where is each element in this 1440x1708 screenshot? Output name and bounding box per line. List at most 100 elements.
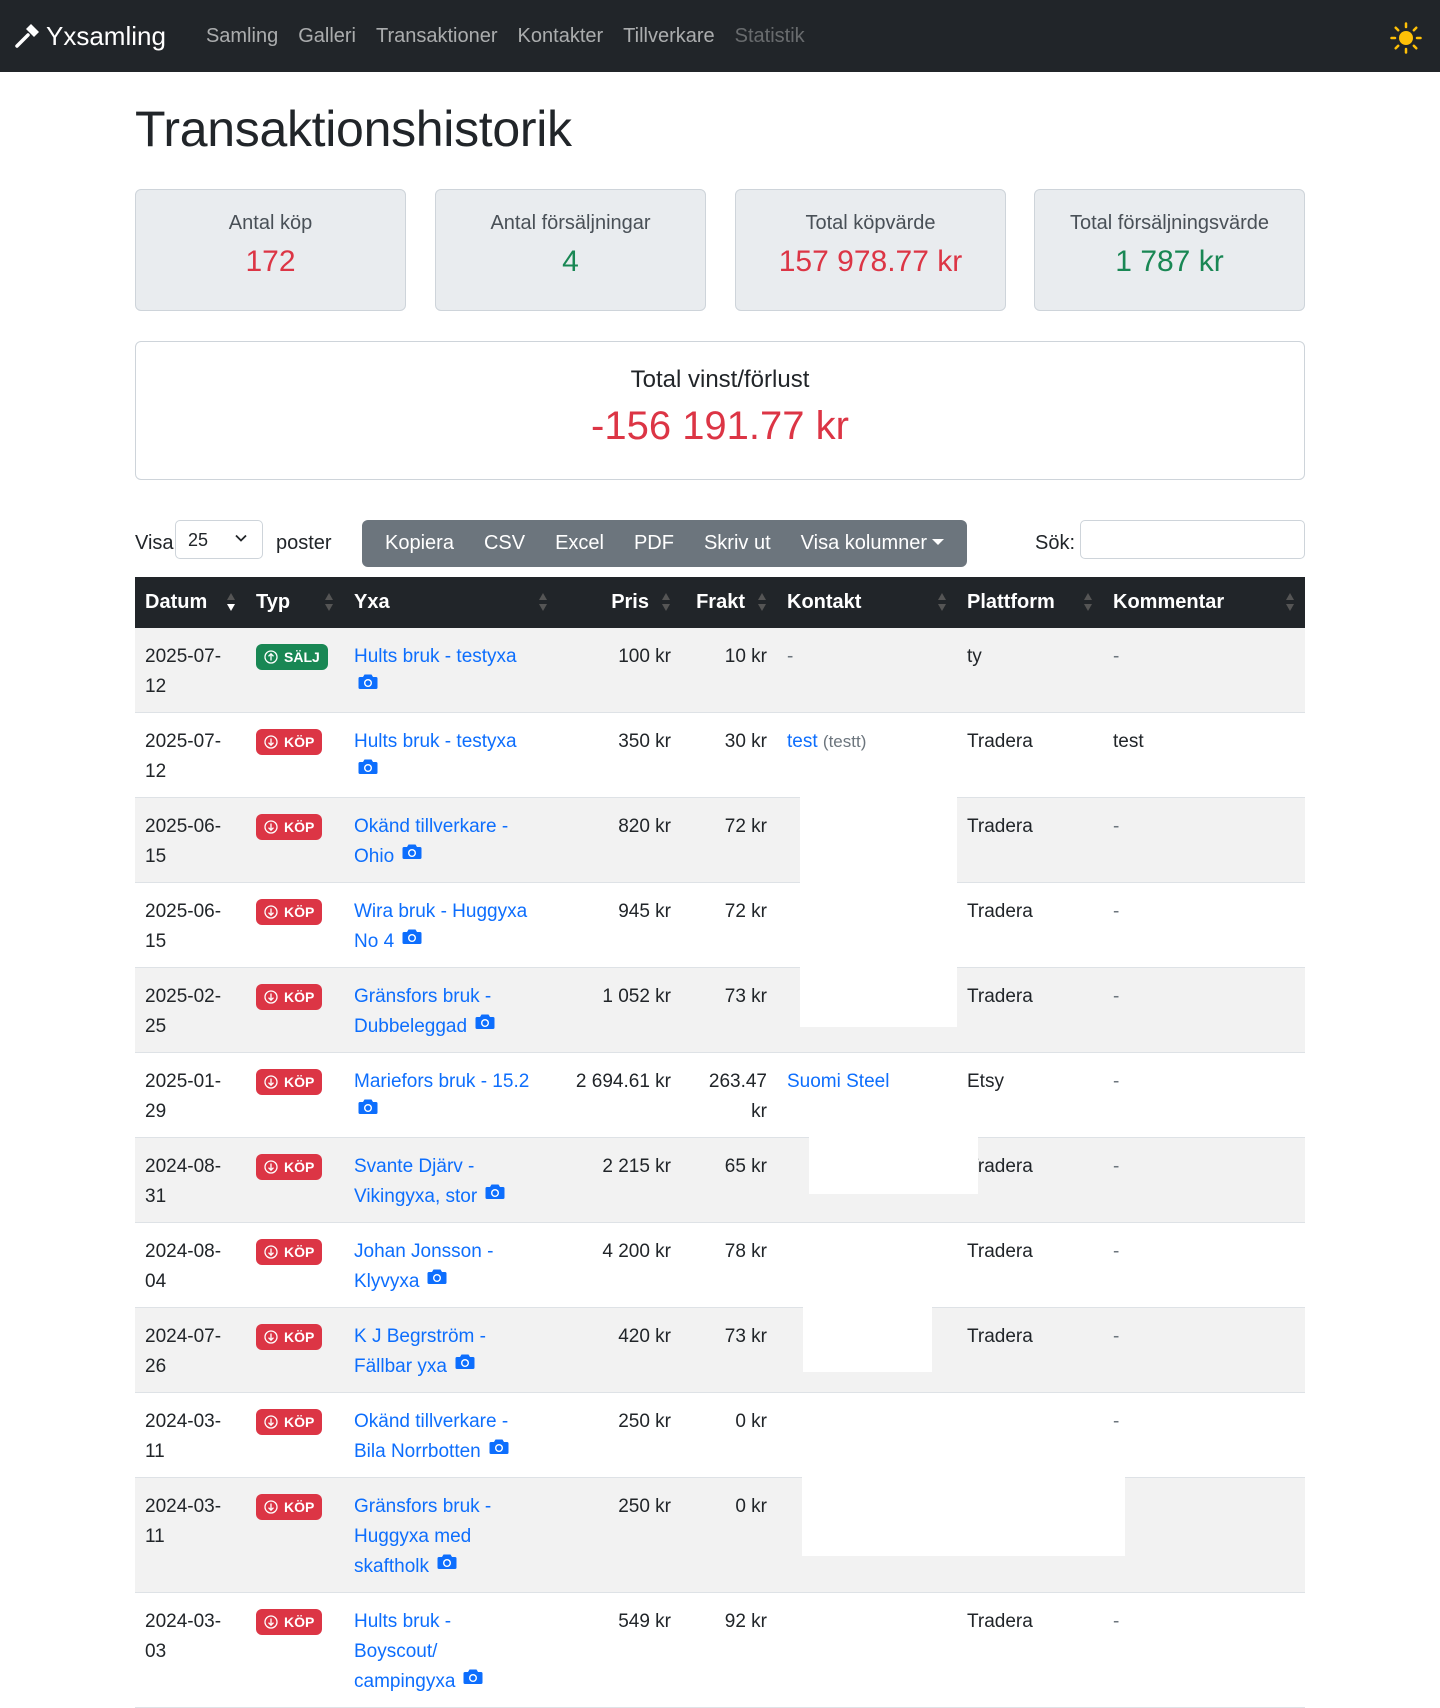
nav-samling[interactable]: Samling	[206, 25, 278, 48]
cell-type: KÖP	[246, 1222, 344, 1309]
camera-icon[interactable]	[455, 1350, 475, 1380]
axe-link[interactable]: Hults bruk -	[354, 1611, 451, 1632]
axe-link[interactable]: No 4	[354, 931, 394, 952]
brand[interactable]: Yxsamling	[14, 21, 166, 52]
cell-comment: -	[1103, 628, 1305, 714]
axe-link[interactable]: Mariefors bruk - 15.2	[354, 1071, 529, 1092]
cell-axe: Wira bruk - Huggyxa No 4	[344, 882, 558, 969]
nav-kontakter[interactable]: Kontakter	[518, 25, 604, 48]
cell-axe: Mariefors bruk - 15.2	[344, 1052, 558, 1139]
axe-link[interactable]: Huggyxa med	[354, 1526, 471, 1547]
axe-link[interactable]: Klyvyxa	[354, 1271, 419, 1292]
camera-icon[interactable]	[358, 755, 378, 785]
buy-badge: KÖP	[256, 814, 323, 841]
camera-icon[interactable]	[427, 1265, 447, 1295]
header-plattform[interactable]: Plattform	[957, 577, 1103, 628]
csv-button[interactable]: CSV	[469, 532, 540, 555]
axe-link[interactable]: Gränsfors bruk -	[354, 1496, 491, 1517]
buy-badge: KÖP	[256, 729, 323, 756]
theme-toggle-button[interactable]	[1390, 22, 1422, 54]
header-datum[interactable]: Datum	[135, 577, 246, 628]
axe-link[interactable]: Dubbeleggad	[354, 1016, 467, 1037]
camera-icon[interactable]	[475, 1010, 495, 1040]
cell-axe: Gränsfors bruk - Dubbeleggad	[344, 967, 558, 1054]
chevron-down-icon	[235, 534, 247, 542]
pdf-button[interactable]: PDF	[619, 532, 689, 555]
axe-link[interactable]: Boyscout/	[354, 1641, 437, 1662]
header-kontakt[interactable]: Kontakt	[777, 577, 957, 628]
badge-label: KÖP	[284, 819, 315, 836]
header-typ[interactable]: Typ	[246, 577, 344, 628]
cell-comment: -	[1103, 797, 1305, 884]
transactions-table: Datum Typ Yxa Pris Frakt Kontakt Plattfo…	[135, 577, 1305, 1708]
header-frakt[interactable]: Frakt	[681, 577, 777, 628]
nav-statistik[interactable]: Statistik	[735, 25, 805, 48]
sort-desc-icon	[227, 593, 235, 611]
nav-galleri[interactable]: Galleri	[298, 25, 356, 48]
badge-label: KÖP	[284, 1414, 315, 1431]
axe-link[interactable]: Johan Jonsson -	[354, 1241, 493, 1262]
stat-card-purchases: Antal köp 172	[135, 189, 406, 311]
cell-platform: Tradera	[957, 1592, 1103, 1708]
contact-link[interactable]: Suomi Steel	[787, 1071, 889, 1092]
excel-button[interactable]: Excel	[540, 532, 619, 555]
camera-icon[interactable]	[489, 1435, 509, 1465]
comment-text: -	[1113, 1611, 1120, 1633]
axe-link[interactable]: Vikingyxa, stor	[354, 1186, 477, 1207]
camera-icon[interactable]	[402, 925, 422, 955]
axe-link[interactable]: Hults bruk - testyxa	[354, 646, 517, 667]
buy-badge: KÖP	[256, 1324, 323, 1351]
camera-icon[interactable]	[437, 1550, 457, 1580]
cell-price: 2 694.61 kr	[558, 1052, 681, 1139]
axe-link[interactable]: Fällbar yxa	[354, 1356, 447, 1377]
page-size-select[interactable]: 25	[175, 520, 263, 559]
cell-comment: test	[1103, 712, 1305, 799]
axe-link[interactable]: Bila Norrbotten	[354, 1441, 481, 1462]
copy-button[interactable]: Kopiera	[370, 532, 469, 555]
axe-link[interactable]: Okänd tillverkare -	[354, 1411, 508, 1432]
caret-down-icon	[932, 538, 945, 545]
axe-link[interactable]: Gränsfors bruk -	[354, 986, 491, 1007]
contact-link[interactable]: test	[787, 731, 818, 752]
cell-date: 2024-03-11	[135, 1477, 246, 1594]
cell-axe: Johan Jonsson - Klyvyxa	[344, 1222, 558, 1309]
cell-contact	[777, 1392, 957, 1479]
table-row: 2024-03-11 KÖP Gränsfors bruk - Huggyxa med…	[135, 1477, 1305, 1594]
search-input[interactable]	[1080, 520, 1305, 559]
column-visibility-button[interactable]: Visa kolumner	[786, 532, 959, 555]
axe-link[interactable]: Hults bruk - testyxa	[354, 731, 517, 752]
axe-link[interactable]: K J Begrström -	[354, 1326, 486, 1347]
axe-link[interactable]: campingyxa	[354, 1671, 455, 1692]
axe-link[interactable]: Okänd tillverkare -	[354, 816, 508, 837]
axe-link[interactable]: skaftholk	[354, 1556, 429, 1577]
sort-icon	[325, 593, 333, 611]
nav-transaktioner[interactable]: Transaktioner	[376, 25, 498, 48]
arrow-down-circle-icon	[264, 1415, 284, 1429]
cell-platform: Tradera	[957, 967, 1103, 1054]
camera-icon[interactable]	[463, 1665, 483, 1695]
sort-icon	[1084, 593, 1092, 611]
camera-icon[interactable]	[358, 1095, 378, 1125]
badge-label: KÖP	[284, 1329, 315, 1346]
comment-text: -	[1113, 1071, 1120, 1093]
cell-shipping: 72 kr	[681, 882, 777, 969]
arrow-down-circle-icon	[264, 1330, 284, 1344]
table-row: 2025-02-25 KÖP Gränsfors bruk - Dubbeleggad…	[135, 967, 1305, 1054]
camera-icon[interactable]	[485, 1180, 505, 1210]
camera-icon[interactable]	[358, 670, 378, 700]
axe-link[interactable]: Ohio	[354, 846, 394, 867]
cell-comment: -	[1103, 1477, 1305, 1594]
header-yxa[interactable]: Yxa	[344, 577, 558, 628]
cell-price: 945 kr	[558, 882, 681, 969]
arrow-down-circle-icon	[264, 1160, 284, 1174]
axe-link[interactable]: Svante Djärv -	[354, 1156, 474, 1177]
header-pris[interactable]: Pris	[558, 577, 681, 628]
print-button[interactable]: Skriv ut	[689, 532, 786, 555]
camera-icon[interactable]	[402, 840, 422, 870]
stat-value: 172	[245, 245, 296, 278]
nav-tillverkare[interactable]: Tillverkare	[623, 25, 715, 48]
badge-label: KÖP	[284, 1244, 315, 1261]
header-kommentar[interactable]: Kommentar	[1103, 577, 1305, 628]
axe-link[interactable]: Wira bruk - Huggyxa	[354, 901, 527, 922]
table-row: 2024-08-31 KÖP Svante Djärv - Vikingyxa, st…	[135, 1137, 1305, 1224]
